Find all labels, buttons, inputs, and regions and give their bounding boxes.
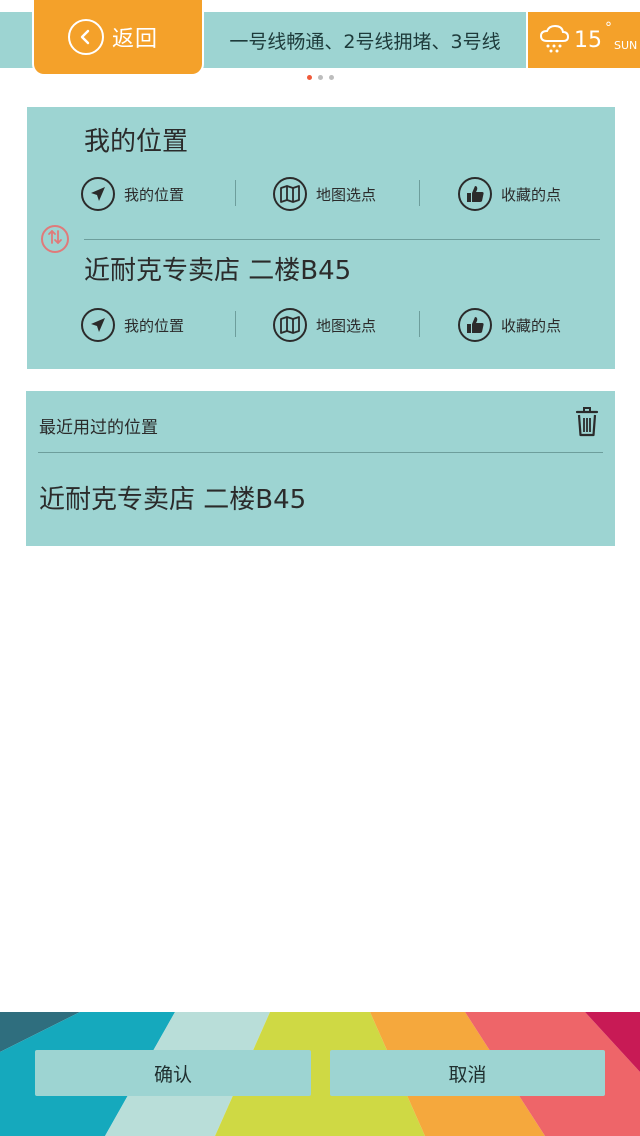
option-label: 我的位置 (124, 316, 185, 335)
option-separator (235, 180, 236, 206)
carousel-indicator (0, 75, 640, 80)
option-separator (419, 311, 420, 337)
option-separator (419, 180, 420, 206)
recent-divider (38, 452, 603, 453)
carousel-dot (317, 75, 323, 80)
cancel-button[interactable]: 取消 (330, 1050, 605, 1096)
top-bar: 返回 一号线畅通、2号线拥堵、3号线 15 ° SUN (0, 0, 640, 76)
origin-field[interactable]: 我的位置 (84, 121, 188, 158)
route-card: 我的位置 我的位置 地图选点 收藏的点 近耐克专卖店 二楼B45 我的位置 地图… (27, 107, 615, 369)
recent-locations-card: 最近用过的位置 近耐克专卖店 二楼B45 (26, 391, 615, 546)
trash-icon (575, 407, 599, 441)
destination-field[interactable]: 近耐克专卖店 二楼B45 (84, 250, 351, 287)
option-label: 我的位置 (124, 185, 185, 204)
thumbs-up-icon (458, 177, 492, 211)
destination-options: 我的位置 地图选点 收藏的点 (81, 305, 599, 345)
swap-button[interactable] (41, 225, 69, 253)
destination-option-favorites[interactable]: 收藏的点 (458, 305, 561, 345)
destination-option-my-location[interactable]: 我的位置 (81, 305, 184, 345)
map-icon (273, 308, 307, 342)
origin-option-map-pick[interactable]: 地图选点 (273, 174, 376, 214)
navigation-arrow-icon (81, 308, 115, 342)
origin-option-favorites[interactable]: 收藏的点 (458, 174, 561, 214)
option-label: 收藏的点 (501, 185, 562, 204)
bottom-bar: 确认 取消 (0, 1012, 640, 1136)
chevron-left-icon (68, 19, 104, 55)
back-label: 返回 (112, 27, 159, 52)
traffic-status-text: 一号线畅通、2号线拥堵、3号线 (229, 30, 501, 53)
swap-icon (46, 228, 64, 250)
origin-options: 我的位置 地图选点 收藏的点 (81, 174, 599, 214)
clear-recent-button[interactable] (575, 407, 603, 439)
option-label: 地图选点 (316, 316, 377, 335)
recent-item[interactable]: 近耐克专卖店 二楼B45 (39, 479, 306, 516)
weather-widget: 15 ° SUN (528, 12, 640, 68)
degree-sign: ° (605, 19, 612, 36)
thumbs-up-icon (458, 308, 492, 342)
carousel-dot (306, 75, 312, 80)
weather-day: SUN (614, 38, 638, 52)
confirm-button[interactable]: 确认 (35, 1050, 311, 1096)
navigation-arrow-icon (81, 177, 115, 211)
route-divider (84, 239, 600, 240)
map-icon (273, 177, 307, 211)
option-label: 地图选点 (316, 185, 377, 204)
option-separator (235, 311, 236, 337)
temperature: 15 ° (574, 20, 612, 53)
recent-title: 最近用过的位置 (39, 418, 158, 438)
carousel-dot (328, 75, 334, 80)
destination-option-map-pick[interactable]: 地图选点 (273, 305, 376, 345)
origin-option-my-location[interactable]: 我的位置 (81, 174, 184, 214)
cloud-snow-icon (538, 22, 570, 58)
back-button[interactable]: 返回 (32, 0, 204, 76)
temperature-value: 15 (574, 27, 602, 53)
option-label: 收藏的点 (501, 316, 562, 335)
